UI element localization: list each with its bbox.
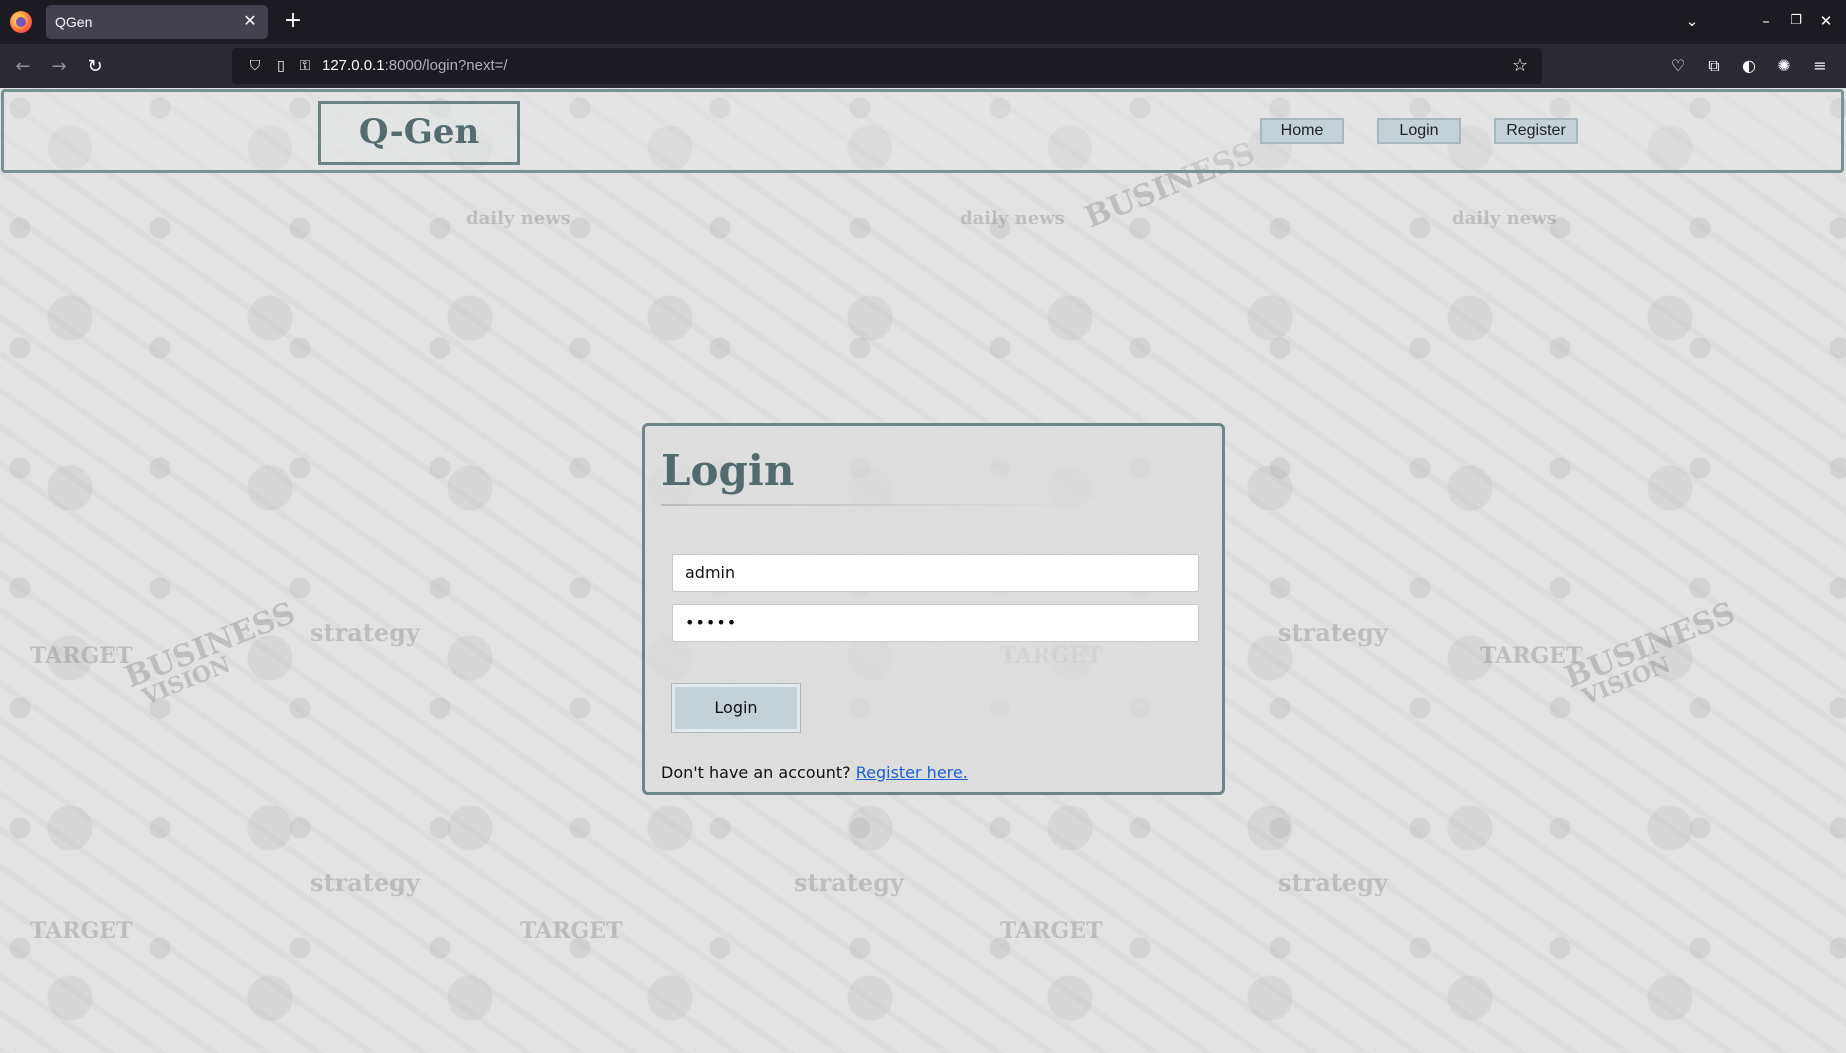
heading-divider bbox=[661, 504, 1081, 506]
reload-icon[interactable]: ↻ bbox=[82, 54, 108, 80]
forward-icon[interactable]: → bbox=[46, 54, 72, 80]
address-bar[interactable]: ⛉ ▯ ⚿ 127.0.0.1:8000/login?next=/ ☆ bbox=[232, 48, 1542, 84]
url-path: :8000/login?next=/ bbox=[384, 57, 508, 74]
key-icon[interactable]: ⚿ bbox=[296, 57, 314, 75]
firefox-icon bbox=[10, 11, 32, 33]
register-link[interactable]: Register here. bbox=[856, 763, 968, 782]
pocket-icon[interactable]: ♡ bbox=[1666, 54, 1690, 78]
new-tab-icon[interactable]: + bbox=[280, 8, 306, 34]
app-menu-icon[interactable]: ≡ bbox=[1808, 54, 1832, 78]
browser-nav-bar: ← → ↻ ⛉ ▯ ⚿ 127.0.0.1:8000/login?next=/ … bbox=[0, 44, 1846, 88]
minimize-icon[interactable]: – bbox=[1754, 9, 1778, 33]
login-heading: Login bbox=[661, 446, 795, 495]
close-window-icon[interactable]: ✕ bbox=[1814, 9, 1838, 33]
password-field[interactable]: ••••• bbox=[672, 604, 1199, 642]
browser-tab-bar: QGen ✕ + ⌄ – ❐ ✕ bbox=[0, 0, 1846, 44]
back-icon[interactable]: ← bbox=[10, 54, 36, 80]
nav-home-button[interactable]: Home bbox=[1260, 118, 1344, 144]
tab-title: QGen bbox=[55, 14, 93, 30]
site-header: Q-Gen Home Login Register bbox=[1, 89, 1844, 173]
settings-gear-icon[interactable]: ✺ bbox=[1772, 54, 1796, 78]
register-prompt: Don't have an account? bbox=[661, 763, 851, 782]
bg-word: daily news bbox=[960, 208, 1065, 229]
bg-word: strategy bbox=[1278, 618, 1388, 647]
nav-register-button[interactable]: Register bbox=[1494, 118, 1578, 144]
username-field[interactable]: admin bbox=[672, 554, 1199, 592]
login-card: Login admin ••••• Login Don't have an ac… bbox=[642, 423, 1225, 795]
register-prompt-line: Don't have an account? Register here. bbox=[661, 763, 968, 782]
bg-word: strategy bbox=[794, 868, 904, 897]
close-tab-icon[interactable]: ✕ bbox=[240, 11, 260, 31]
extension-icon[interactable]: ◐ bbox=[1737, 54, 1761, 78]
bg-word: strategy bbox=[310, 868, 420, 897]
browser-tab[interactable]: QGen ✕ bbox=[46, 5, 268, 39]
extensions-icon[interactable]: ⧉ bbox=[1702, 54, 1726, 78]
url-host: 127.0.0.1 bbox=[322, 57, 385, 74]
shield-icon[interactable]: ⛉ bbox=[246, 57, 264, 75]
restore-icon[interactable]: ❐ bbox=[1784, 9, 1808, 33]
page-icon[interactable]: ▯ bbox=[272, 57, 290, 75]
bg-word: TARGET bbox=[1000, 918, 1103, 944]
bg-word: strategy bbox=[1278, 868, 1388, 897]
page-content: daily news daily news daily news BUSINES… bbox=[0, 88, 1846, 1053]
bg-word: TARGET bbox=[520, 918, 623, 944]
bookmark-star-icon[interactable]: ☆ bbox=[1512, 55, 1528, 76]
url-text[interactable]: 127.0.0.1:8000/login?next=/ bbox=[322, 57, 508, 74]
bg-word: TARGET bbox=[30, 643, 133, 669]
bg-word: daily news bbox=[1452, 208, 1557, 229]
bg-word: daily news bbox=[466, 208, 571, 229]
bg-word: TARGET bbox=[30, 918, 133, 944]
login-submit-button[interactable]: Login bbox=[671, 683, 801, 733]
bg-word: TARGET bbox=[1480, 643, 1583, 669]
bg-word: strategy bbox=[310, 618, 420, 647]
brand-logo[interactable]: Q-Gen bbox=[318, 101, 520, 165]
nav-login-button[interactable]: Login bbox=[1377, 118, 1461, 144]
list-tabs-icon[interactable]: ⌄ bbox=[1680, 9, 1704, 33]
